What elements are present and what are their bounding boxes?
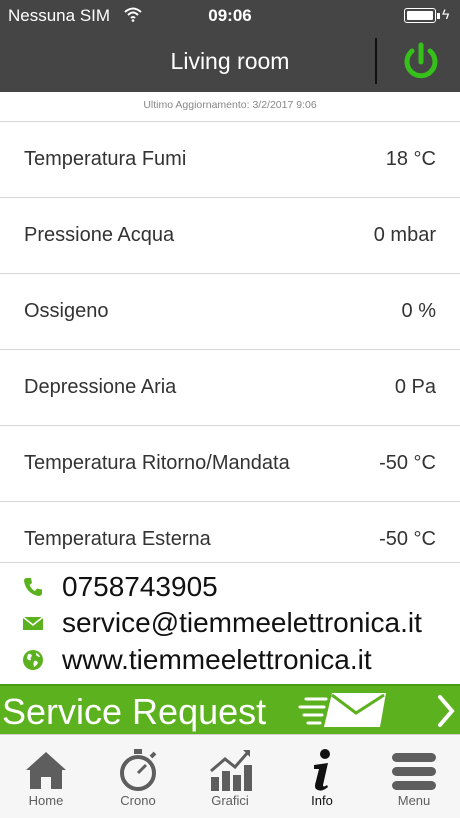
row-value: -50 °C (379, 452, 436, 474)
tab-home[interactable]: Home (0, 735, 92, 818)
service-request-button[interactable]: Service Request (0, 684, 460, 734)
tab-bar: Home Crono Grafici Info Menu (0, 734, 460, 818)
row-label: Temperatura Ritorno/Mandata (24, 452, 290, 474)
info-icon (314, 749, 330, 791)
header-divider (375, 38, 377, 84)
chart-icon (210, 750, 252, 791)
mail-icon (22, 616, 44, 630)
contact-section: 0758743905 service@tiemmeelettronica.it … (0, 562, 460, 684)
tab-menu[interactable]: Menu (368, 735, 460, 818)
last-update-text: Ultimo Aggiornamento: 3/2/2017 9:06 (143, 99, 317, 111)
row-label: Temperatura Fumi (24, 148, 187, 170)
tab-info[interactable]: Info (276, 735, 368, 818)
list-item: Temperatura Esterna -50 °C (0, 502, 460, 562)
status-bar: Nessuna SIM 09:06 ϟ (0, 0, 460, 30)
list-item: Pressione Acqua 0 mbar (0, 198, 460, 274)
app-header: Nessuna SIM 09:06 ϟ Living room (0, 0, 460, 92)
tab-label: Grafici (211, 793, 249, 808)
home-icon (26, 752, 66, 789)
row-label: Pressione Acqua (24, 224, 175, 246)
list-item: Depressione Aria 0 Pa (0, 350, 460, 426)
power-button[interactable] (400, 41, 442, 83)
list-item: Temperatura Ritorno/Mandata -50 °C (0, 426, 460, 502)
website-contact[interactable]: www.tiemmeelettronica.it (0, 642, 460, 678)
tab-label: Crono (120, 793, 156, 808)
phone-icon (24, 578, 42, 596)
row-label: Ossigeno (24, 300, 109, 322)
tab-label: Menu (397, 793, 431, 808)
row-value: 18 °C (385, 148, 436, 170)
readings-list[interactable]: Temperatura Fumi 18 °C Pressione Acqua 0… (0, 122, 460, 562)
row-value: -50 °C (379, 528, 436, 550)
tab-grafici[interactable]: Grafici (184, 735, 276, 818)
send-mail-icon (298, 693, 386, 727)
phone-contact[interactable]: 0758743905 (0, 569, 460, 605)
phone-number: 0758743905 (62, 571, 218, 602)
charging-icon: ϟ (442, 6, 450, 22)
globe-icon (23, 650, 43, 670)
row-value: 0 mbar (373, 224, 436, 246)
page-title: Living room (170, 48, 290, 74)
row-value: 0 % (401, 300, 436, 322)
row-label: Temperatura Esterna (24, 528, 211, 550)
menu-icon (392, 753, 436, 790)
chevron-right-icon (438, 695, 455, 727)
list-item: Temperatura Fumi 18 °C (0, 122, 460, 198)
clock-time: 09:06 (208, 6, 252, 25)
row-value: 0 Pa (394, 376, 436, 398)
battery-icon (404, 8, 440, 23)
stopwatch-icon (120, 749, 157, 791)
email-contact[interactable]: service@tiemmeelettronica.it (0, 605, 460, 641)
website-url: www.tiemmeelettronica.it (62, 644, 372, 675)
list-item: Ossigeno 0 % (0, 274, 460, 350)
email-address: service@tiemmeelettronica.it (62, 607, 422, 638)
tab-label: Home (28, 793, 64, 808)
tab-crono[interactable]: Crono (92, 735, 184, 818)
tab-label: Info (311, 793, 333, 808)
row-label: Depressione Aria (24, 376, 177, 398)
service-request-label: Service Request (2, 691, 267, 732)
